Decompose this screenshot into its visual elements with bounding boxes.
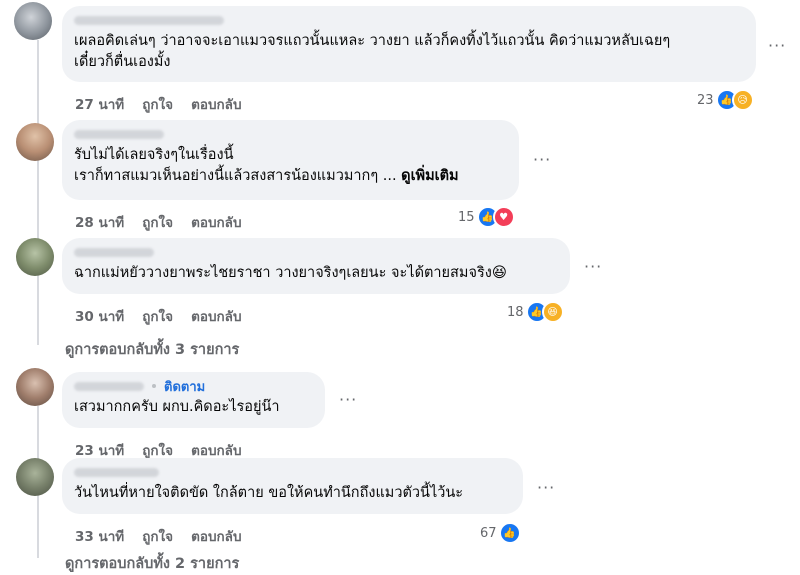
see-more-link[interactable]: ดูเพิ่มเติม [401,168,458,184]
reply-button[interactable]: ตอบกลับ [191,211,241,233]
reaction-summary[interactable]: 15 👍 ♥ [458,206,515,228]
comment-bubble: รับไม่ได้เลยจริงๆในเรื่องนี้ เราก็ทาสแมว… [62,120,519,200]
reaction-summary[interactable]: 18 👍 😆 [507,301,564,323]
comment-bubble: ติดตาม เสวมากกครับ ผกบ.คิดอะไรอยู่น๊า [62,372,325,428]
timestamp-link[interactable]: 30 นาที [75,305,124,327]
comment-author[interactable]: ติดตาม [74,379,313,395]
avatar[interactable] [16,123,54,161]
more-options-button[interactable]: ··· [537,478,555,497]
reply-button[interactable]: ตอบกลับ [191,93,241,115]
like-button[interactable]: ถูกใจ [142,525,173,547]
follow-button[interactable]: ติดตาม [164,376,205,397]
comment-author[interactable] [74,127,507,141]
like-button[interactable]: ถูกใจ [142,93,173,115]
like-button[interactable]: ถูกใจ [142,211,173,233]
like-icon: 👍 [498,522,521,544]
comment-actions: 28 นาที ถูกใจ ตอบกลับ [75,211,242,233]
comment-text-line: ฉากแม่หยัววางยาพระไชยราชา วางยาจริงๆเลยน… [74,265,507,281]
like-button[interactable]: ถูกใจ [142,305,173,327]
reaction-summary[interactable]: 23 👍 😥 [697,89,754,111]
comment-actions: 30 นาที ถูกใจ ตอบกลับ [75,305,242,327]
comment-bubble: วันไหนที่หายใจติดขัด ใกล้ตาย ขอให้คนทำนึ… [62,458,523,514]
avatar[interactable] [16,368,54,406]
timestamp-link[interactable]: 33 นาที [75,525,124,547]
reaction-summary[interactable]: 67 👍 [480,522,521,544]
view-replies-link[interactable]: ดูการตอบกลับทั้ง 3 รายการ [65,338,239,361]
comment-author[interactable] [74,245,558,259]
comment-actions: 27 นาที ถูกใจ ตอบกลับ [75,93,242,115]
reaction-count: 67 [480,525,497,541]
more-options-button[interactable]: ··· [584,257,602,276]
comment-text-line: เผลอคิดเล่นๆ ว่าอาจจะเอาแมวจรแถวนั้นแหละ… [74,33,671,49]
reaction-count: 23 [697,92,714,108]
more-options-button[interactable]: ··· [533,150,551,169]
comment-text-line: รับไม่ได้เลยจริงๆในเรื่องนี้ [74,147,234,163]
comment-author[interactable] [74,465,511,479]
comment-text-line: วันไหนที่หายใจติดขัด ใกล้ตาย ขอให้คนทำนึ… [74,485,464,501]
avatar[interactable] [14,2,52,40]
timestamp-link[interactable]: 28 นาที [75,211,124,233]
reaction-count: 15 [458,209,475,225]
reply-button[interactable]: ตอบกลับ [191,525,241,547]
comment-actions: 33 นาที ถูกใจ ตอบกลับ [75,525,242,547]
reply-button[interactable]: ตอบกลับ [191,305,241,327]
comment-bubble: ฉากแม่หยัววางยาพระไชยราชา วางยาจริงๆเลยน… [62,238,570,294]
haha-icon: 😆 [541,301,564,323]
love-icon: ♥ [492,206,515,228]
comment-text-line: เดี๋ยวก็ตื่นเองมั้ง [74,54,171,70]
view-replies-link[interactable]: ดูการตอบกลับทั้ง 2 รายการ [65,552,239,575]
timestamp-link[interactable]: 27 นาที [75,93,124,115]
comment-bubble: เผลอคิดเล่นๆ ว่าอาจจะเอาแมวจรแถวนั้นแหละ… [62,6,756,82]
more-options-button[interactable]: ··· [339,390,357,409]
comment-author[interactable] [74,13,744,27]
comment-text-line: เราก็ทาสแมวเห็นอย่างนี้แล้วสงสารน้องแมวม… [74,168,459,184]
reaction-count: 18 [507,304,524,320]
thread-line [37,40,39,345]
sad-icon: 😥 [731,89,754,111]
grinning-emoji: 😆 [491,265,507,281]
separator-dot [152,384,156,388]
comment-text-line: เสวมากกครับ ผกบ.คิดอะไรอยู่น๊า [74,399,280,415]
more-options-button[interactable]: ··· [768,36,786,55]
avatar[interactable] [16,238,54,276]
avatar[interactable] [16,458,54,496]
